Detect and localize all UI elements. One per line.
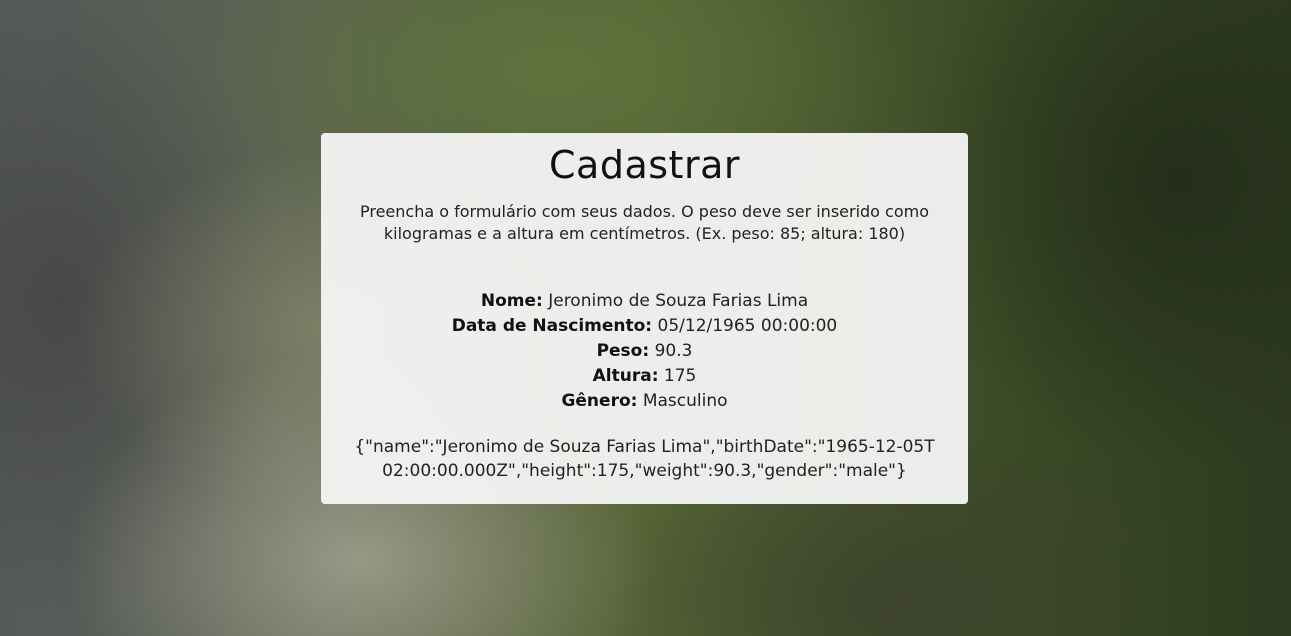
field-gender: Gênero: Masculino xyxy=(321,389,968,414)
field-weight-label: Peso: xyxy=(596,341,650,361)
field-name: Nome: Jeronimo de Souza Farias Lima xyxy=(321,289,968,314)
field-gender-label: Gênero: xyxy=(561,391,638,411)
field-birthdate-label: Data de Nascimento: xyxy=(451,316,653,336)
field-height-label: Altura: xyxy=(592,366,659,386)
json-output: {"name":"Jeronimo de Souza Farias Lima",… xyxy=(354,437,935,481)
page-title: Cadastrar xyxy=(549,143,740,187)
field-name-value: Jeronimo de Souza Farias Lima xyxy=(548,291,809,311)
field-weight-value: 90.3 xyxy=(654,341,693,361)
field-height: Altura: 175 xyxy=(321,364,968,389)
register-card: Cadastrar Preencha o formulário com seus… xyxy=(321,133,968,504)
field-weight: Peso: 90.3 xyxy=(321,339,968,364)
field-name-label: Nome: xyxy=(480,291,543,311)
submitted-data-list: Nome: Jeronimo de Souza Farias Lima Data… xyxy=(321,289,968,414)
form-description: Preencha o formulário com seus dados. O … xyxy=(359,202,930,243)
field-gender-value: Masculino xyxy=(642,391,728,411)
field-birthdate-value: 05/12/1965 00:00:00 xyxy=(657,316,838,336)
field-height-value: 175 xyxy=(663,366,697,386)
field-birthdate: Data de Nascimento: 05/12/1965 00:00:00 xyxy=(321,314,968,339)
